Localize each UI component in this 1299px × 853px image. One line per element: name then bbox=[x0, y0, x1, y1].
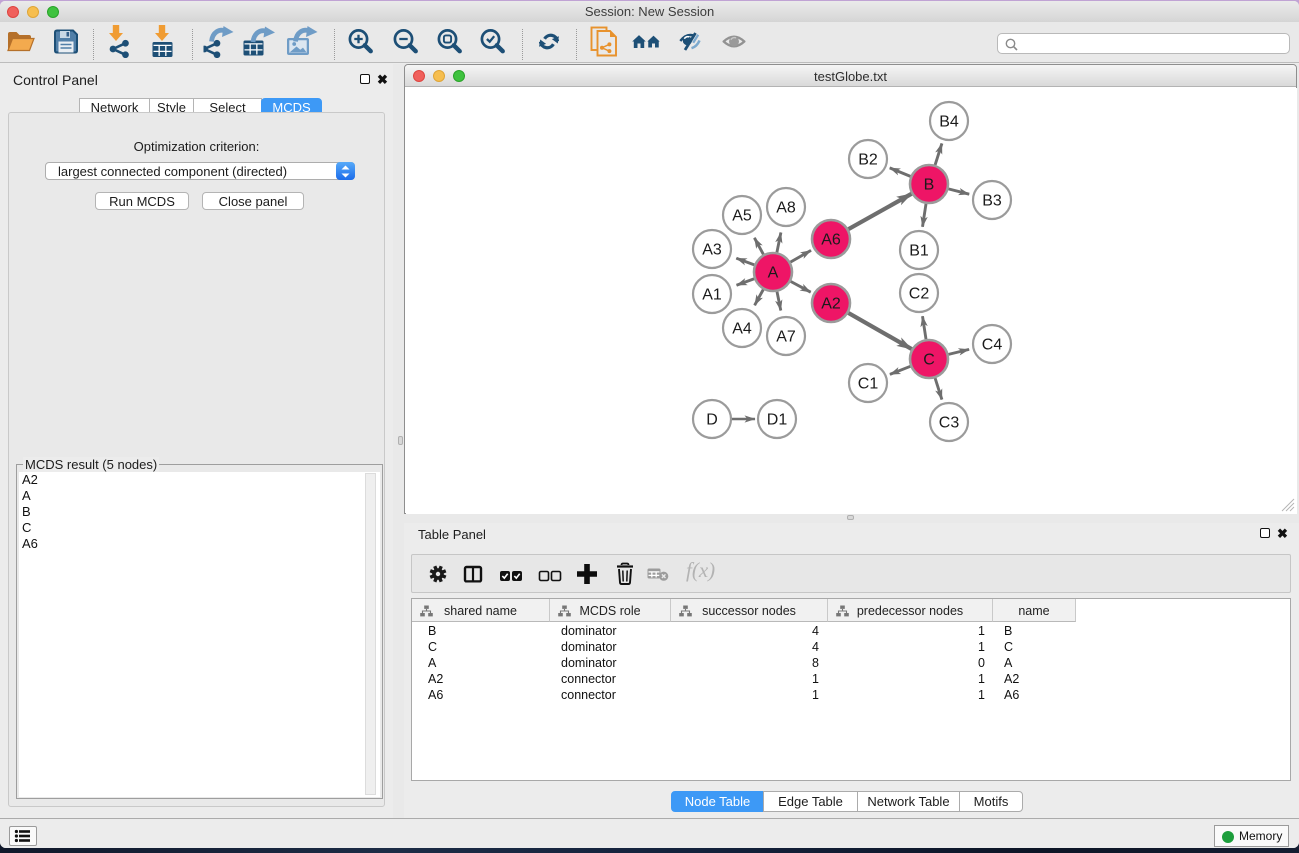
svg-text:A: A bbox=[768, 265, 779, 282]
svg-text:A3: A3 bbox=[702, 242, 722, 259]
svg-text:A6: A6 bbox=[821, 232, 841, 249]
svg-text:C1: C1 bbox=[858, 376, 879, 393]
svg-text:A5: A5 bbox=[732, 208, 752, 225]
svg-text:C2: C2 bbox=[909, 286, 930, 303]
svg-text:C: C bbox=[923, 352, 935, 369]
svg-text:A8: A8 bbox=[776, 200, 796, 217]
svg-text:A2: A2 bbox=[821, 296, 841, 313]
svg-text:B4: B4 bbox=[939, 114, 959, 131]
svg-text:A7: A7 bbox=[776, 329, 796, 346]
svg-text:D1: D1 bbox=[767, 412, 788, 429]
svg-text:B1: B1 bbox=[909, 243, 929, 260]
svg-text:A1: A1 bbox=[702, 287, 722, 304]
svg-text:C4: C4 bbox=[982, 337, 1003, 354]
svg-text:B2: B2 bbox=[858, 152, 878, 169]
svg-text:B: B bbox=[924, 177, 935, 194]
svg-text:D: D bbox=[706, 412, 718, 429]
svg-text:C3: C3 bbox=[939, 415, 960, 432]
svg-text:A4: A4 bbox=[732, 321, 752, 338]
svg-text:B3: B3 bbox=[982, 193, 1002, 210]
